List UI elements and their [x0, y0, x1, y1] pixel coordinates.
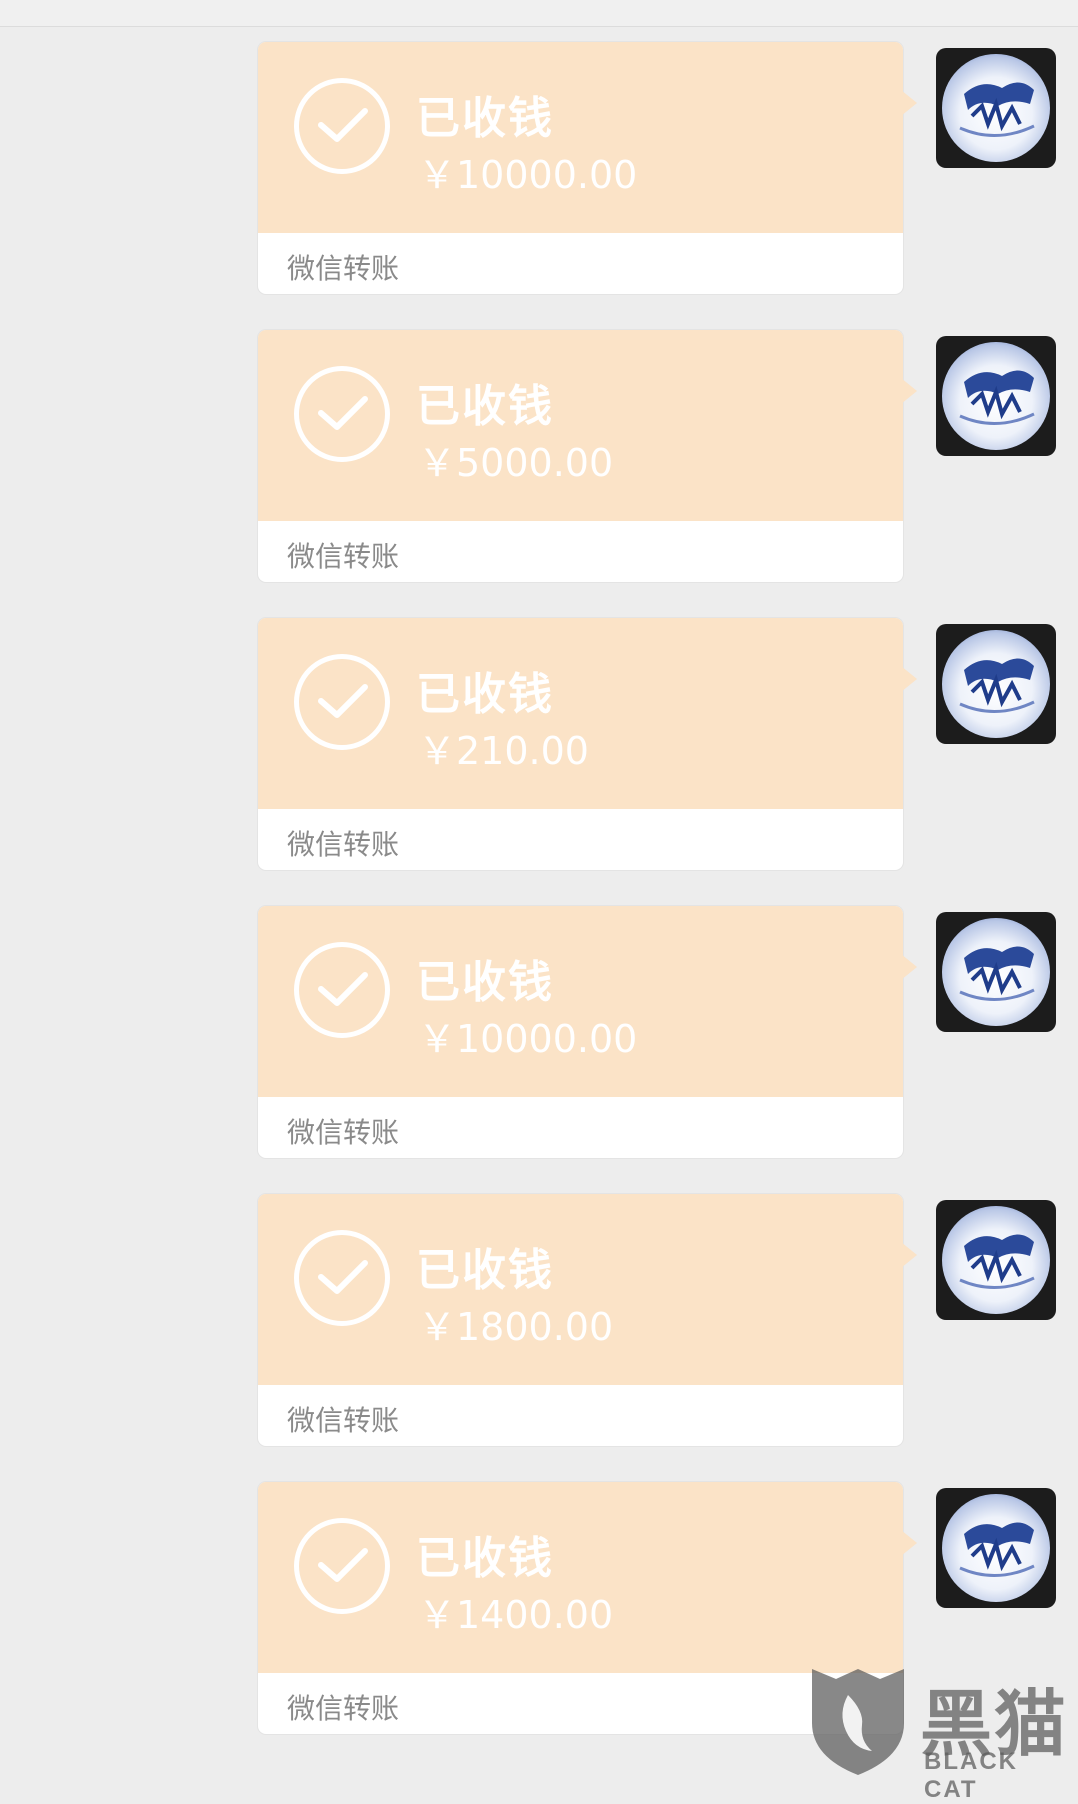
transfer-bubble[interactable]: 已收钱 ￥5000.00 微信转账: [258, 330, 917, 582]
bubble-tail: [901, 378, 917, 404]
cat-shield-icon: [812, 1669, 904, 1775]
blackcat-watermark: 黑猫 BLACK CAT: [808, 1665, 1078, 1803]
transfer-status: 已收钱: [416, 957, 554, 1008]
transfer-bubble[interactable]: 已收钱 ￥1800.00 微信转账: [258, 1194, 917, 1446]
transfer-message: 已收钱 ￥10000.00 微信转账: [0, 906, 1078, 1160]
check-circle-icon: [294, 1230, 390, 1326]
transfer-bubble[interactable]: 已收钱 ￥210.00 微信转账: [258, 618, 917, 870]
transfer-message: 已收钱 ￥1800.00 微信转账: [0, 1194, 1078, 1448]
transfer-bubble[interactable]: 已收钱 ￥10000.00 微信转账: [258, 906, 917, 1158]
transfer-status: 已收钱: [416, 93, 554, 144]
transfer-footer: 微信转账: [287, 252, 400, 285]
check-circle-icon: [294, 1518, 390, 1614]
bubble-tail: [901, 666, 917, 692]
transfer-amount: ￥210.00: [418, 729, 589, 773]
porcelain-plate-icon: [942, 918, 1050, 1026]
transfer-message: 已收钱 ￥10000.00 微信转账: [0, 42, 1078, 296]
check-circle-icon: [294, 366, 390, 462]
transfer-status: 已收钱: [416, 1533, 554, 1584]
transfer-amount: ￥10000.00: [418, 153, 638, 197]
transfer-amount: ￥10000.00: [418, 1017, 638, 1061]
transfer-bubble[interactable]: 已收钱 ￥10000.00 微信转账: [258, 42, 917, 294]
transfer-footer: 微信转账: [287, 1404, 400, 1437]
transfer-status: 已收钱: [416, 1245, 554, 1296]
porcelain-plate-icon: [942, 1206, 1050, 1314]
transfer-status: 已收钱: [416, 381, 554, 432]
avatar[interactable]: [936, 912, 1056, 1032]
transfer-status: 已收钱: [416, 669, 554, 720]
bubble-tail: [901, 954, 917, 980]
transfer-footer: 微信转账: [287, 540, 400, 573]
porcelain-plate-icon: [942, 1494, 1050, 1602]
check-circle-icon: [294, 942, 390, 1038]
transfer-amount: ￥1400.00: [418, 1593, 614, 1637]
avatar[interactable]: [936, 48, 1056, 168]
top-bar: [0, 0, 1078, 27]
porcelain-plate-icon: [942, 342, 1050, 450]
transfer-bubble[interactable]: 已收钱 ￥1400.00 微信转账: [258, 1482, 917, 1734]
transfer-amount: ￥1800.00: [418, 1305, 614, 1349]
avatar[interactable]: [936, 624, 1056, 744]
transfer-footer: 微信转账: [287, 1116, 400, 1149]
bubble-tail: [901, 1242, 917, 1268]
avatar[interactable]: [936, 1200, 1056, 1320]
avatar[interactable]: [936, 336, 1056, 456]
transfer-message: 已收钱 ￥5000.00 微信转账: [0, 330, 1078, 584]
porcelain-plate-icon: [942, 54, 1050, 162]
transfer-message: 已收钱 ￥210.00 微信转账: [0, 618, 1078, 872]
avatar[interactable]: [936, 1488, 1056, 1608]
watermark-brand-en: BLACK CAT: [924, 1748, 1018, 1803]
transfer-footer: 微信转账: [287, 828, 400, 861]
bubble-tail: [901, 90, 917, 116]
transfer-footer: 微信转账: [287, 1692, 400, 1725]
porcelain-plate-icon: [942, 630, 1050, 738]
check-circle-icon: [294, 78, 390, 174]
check-circle-icon: [294, 654, 390, 750]
bubble-tail: [901, 1530, 917, 1556]
transfer-amount: ￥5000.00: [418, 441, 614, 485]
